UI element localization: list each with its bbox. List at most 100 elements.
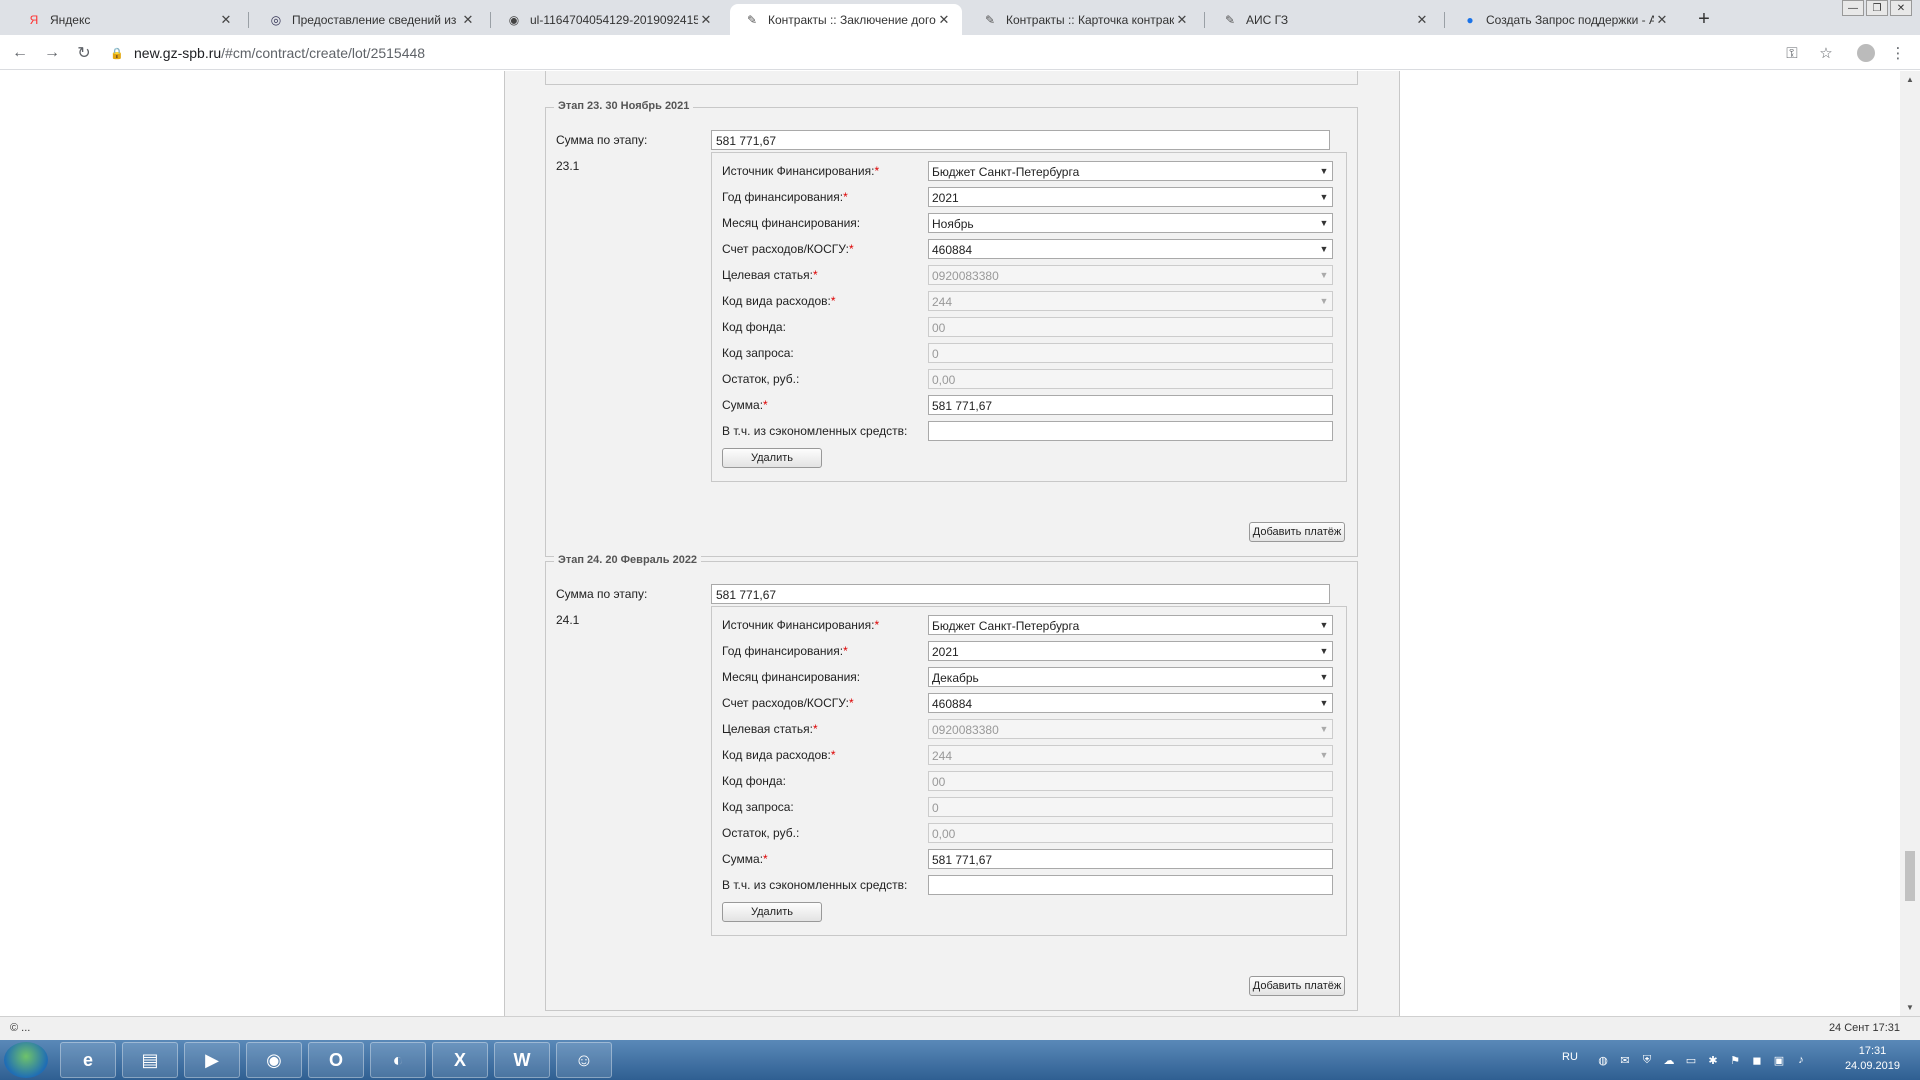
- app-icon[interactable]: ☺: [556, 1042, 612, 1078]
- tray-security-icon[interactable]: ⛨: [1639, 1052, 1655, 1068]
- firefox-icon[interactable]: ◐: [370, 1042, 426, 1078]
- close-icon[interactable]: ✕: [936, 12, 952, 28]
- chevron-down-icon[interactable]: ▼: [1316, 668, 1332, 686]
- payment-field-row: Источник Финансирования:* Бюджет Санкт-Пе…: [722, 615, 1337, 637]
- scroll-thumb[interactable]: [1905, 851, 1915, 901]
- outlook-icon[interactable]: O: [308, 1042, 364, 1078]
- close-icon[interactable]: ✕: [1174, 12, 1190, 28]
- payment-field-row: Месяц финансирования: Ноябрь ▼: [722, 213, 1337, 235]
- browser-tab[interactable]: ✎ Контракты :: Заключение догов ✕: [730, 4, 962, 35]
- browser-tab[interactable]: ◉ ul-1164704054129-20190924150 ✕: [492, 4, 724, 35]
- chevron-down-icon[interactable]: ▼: [1316, 694, 1332, 712]
- add-payment-button[interactable]: Добавить платёж: [1249, 976, 1345, 996]
- star-icon[interactable]: ☆: [1816, 43, 1836, 63]
- field-input[interactable]: [928, 875, 1333, 895]
- delete-payment-button[interactable]: Удалить: [722, 448, 822, 468]
- tray-cloud-icon[interactable]: ☁: [1661, 1052, 1677, 1068]
- browser-tab[interactable]: ● Создать Запрос поддержки - Al ✕: [1448, 4, 1680, 35]
- field-select[interactable]: 460884 ▼: [928, 693, 1333, 713]
- tray-flag-icon[interactable]: ⚑: [1727, 1052, 1743, 1068]
- scroll-down-icon[interactable]: ▼: [1906, 1003, 1914, 1012]
- browser-tab[interactable]: ✎ Контракты :: Карточка контракт ✕: [968, 4, 1200, 35]
- language-indicator[interactable]: RU: [1562, 1051, 1578, 1063]
- tray-mail-icon[interactable]: ✉: [1617, 1052, 1633, 1068]
- reload-icon[interactable]: ↻: [74, 43, 94, 63]
- stage-sum-input[interactable]: 581 771,67: [711, 584, 1330, 604]
- field-select[interactable]: Декабрь ▼: [928, 667, 1333, 687]
- close-icon[interactable]: ✕: [698, 12, 714, 28]
- previous-stage-fragment: [545, 71, 1358, 85]
- field-value: 460884: [932, 697, 973, 711]
- payment-field-row: Код запроса: 0: [722, 343, 1337, 365]
- chevron-down-icon[interactable]: ▼: [1316, 162, 1332, 180]
- field-select[interactable]: 460884 ▼: [928, 239, 1333, 259]
- delete-payment-button[interactable]: Удалить: [722, 902, 822, 922]
- field-input[interactable]: 581 771,67: [928, 395, 1333, 415]
- required-mark: *: [843, 190, 848, 204]
- field-label: Сумма:*: [722, 398, 768, 412]
- browser-tab[interactable]: ◎ Предоставление сведений из Е ✕: [254, 4, 486, 35]
- field-select[interactable]: 2021 ▼: [928, 187, 1333, 207]
- word-icon[interactable]: W: [494, 1042, 550, 1078]
- field-label-text: Год финансирования:: [722, 644, 844, 658]
- field-input: 00: [928, 317, 1333, 337]
- lock-icon[interactable]: 🔒: [110, 47, 124, 60]
- minimize-button[interactable]: —: [1842, 0, 1864, 16]
- browser-tab[interactable]: Я Яндекс ✕: [12, 4, 244, 35]
- scroll-up-icon[interactable]: ▲: [1906, 75, 1914, 84]
- tray-bluetooth-icon[interactable]: ✱: [1705, 1052, 1721, 1068]
- required-mark: *: [848, 242, 854, 256]
- field-select[interactable]: Бюджет Санкт-Петербурга ▼: [928, 615, 1333, 635]
- forward-icon[interactable]: →: [42, 43, 62, 63]
- payment-field-row: Остаток, руб.: 0,00: [722, 823, 1337, 845]
- chevron-down-icon[interactable]: ▼: [1316, 214, 1332, 232]
- explorer-icon[interactable]: ▤: [122, 1042, 178, 1078]
- profile-avatar[interactable]: [1856, 43, 1876, 63]
- field-label-text: Счет расходов/КОСГУ:: [722, 696, 849, 710]
- chevron-down-icon[interactable]: ▼: [1316, 240, 1332, 258]
- browser-tab[interactable]: ✎ АИС ГЗ ✕: [1208, 4, 1440, 35]
- key-icon[interactable]: ⚿: [1782, 43, 1802, 63]
- field-label: Счет расходов/КОСГУ:*: [722, 696, 854, 710]
- field-input[interactable]: [928, 421, 1333, 441]
- close-icon[interactable]: ✕: [1654, 12, 1670, 28]
- field-select[interactable]: Ноябрь ▼: [928, 213, 1333, 233]
- close-window-button[interactable]: ✕: [1890, 0, 1912, 16]
- add-payment-button[interactable]: Добавить платёж: [1249, 522, 1345, 542]
- field-label-text: Месяц финансирования:: [722, 216, 861, 230]
- yandex-icon: Я: [29, 12, 39, 27]
- back-icon[interactable]: ←: [10, 43, 30, 63]
- payment-field-row: Месяц финансирования: Декабрь ▼: [722, 667, 1337, 689]
- field-select[interactable]: 2021 ▼: [928, 641, 1333, 661]
- chevron-down-icon: ▼: [1319, 724, 1329, 734]
- payment-block: Источник Финансирования:* Бюджет Санкт-Пе…: [711, 152, 1347, 482]
- clock[interactable]: 17:31 24.09.2019: [1845, 1044, 1900, 1074]
- field-select[interactable]: Бюджет Санкт-Петербурга ▼: [928, 161, 1333, 181]
- chevron-down-icon[interactable]: ▼: [1316, 188, 1332, 206]
- field-value: Ноябрь: [932, 217, 974, 231]
- stage-sum-input[interactable]: 581 771,67: [711, 130, 1330, 150]
- chevron-down-icon[interactable]: ▼: [1316, 616, 1332, 634]
- url-input[interactable]: 🔒 new.gz-spb.ru/#cm/contract/create/lot/…: [110, 41, 1770, 65]
- close-icon[interactable]: ✕: [1414, 12, 1430, 28]
- tray-app-icon[interactable]: ◼: [1749, 1052, 1765, 1068]
- field-label: Целевая статья:*: [722, 268, 818, 282]
- menu-icon[interactable]: ⋮: [1888, 43, 1908, 63]
- ie-icon[interactable]: e: [60, 1042, 116, 1078]
- tray-battery-icon[interactable]: ▭: [1683, 1052, 1699, 1068]
- tray-volume-icon[interactable]: ♪: [1793, 1052, 1809, 1068]
- vertical-scrollbar[interactable]: ▲ ▼: [1900, 71, 1920, 1016]
- close-icon[interactable]: ✕: [218, 12, 234, 28]
- start-button[interactable]: [4, 1042, 48, 1078]
- chrome-icon[interactable]: ◉: [246, 1042, 302, 1078]
- chevron-down-icon[interactable]: ▼: [1316, 642, 1332, 660]
- close-icon[interactable]: ✕: [460, 12, 476, 28]
- new-tab-button[interactable]: +: [1690, 6, 1718, 32]
- field-input[interactable]: 581 771,67: [928, 849, 1333, 869]
- maximize-button[interactable]: ❐: [1866, 0, 1888, 16]
- tray-network-icon[interactable]: ◍: [1595, 1052, 1611, 1068]
- media-player-icon[interactable]: ▶: [184, 1042, 240, 1078]
- payment-field-row: Источник Финансирования:* Бюджет Санкт-Пе…: [722, 161, 1337, 183]
- excel-icon[interactable]: X: [432, 1042, 488, 1078]
- tray-display-icon[interactable]: ▣: [1771, 1052, 1787, 1068]
